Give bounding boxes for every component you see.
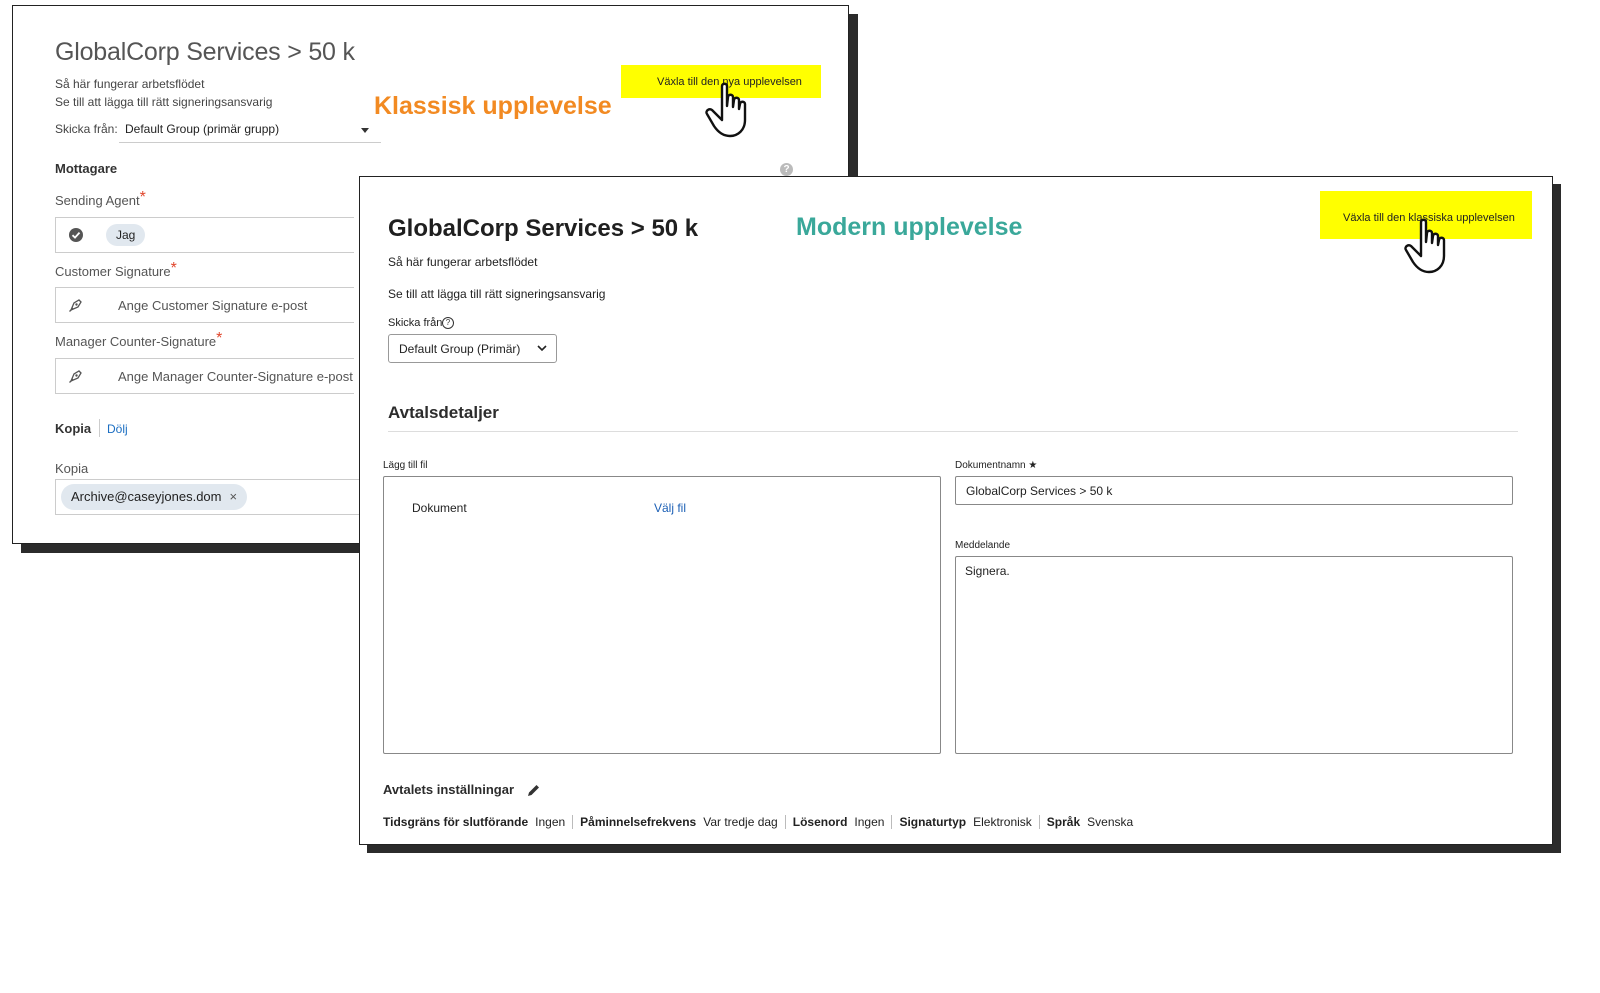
send-from-select[interactable]: Default Group (primär grupp) <box>119 114 381 143</box>
setting-value: Ingen <box>854 815 885 829</box>
hide-cc-link[interactable]: Dölj <box>107 422 128 436</box>
customer-signature-input[interactable]: Ange Customer Signature e-post <box>118 298 307 313</box>
cc-field[interactable]: Archive@caseyjones.dom × <box>55 479 370 515</box>
divider <box>784 815 786 829</box>
doc-name-value: GlobalCorp Services > 50 k <box>966 484 1113 498</box>
required-mark: * <box>170 260 177 277</box>
divider <box>99 419 100 437</box>
divider <box>388 431 1518 432</box>
document-label: Dokument <box>412 501 467 515</box>
customer-signature-label-text: Customer Signature <box>55 264 171 279</box>
sending-agent-chip[interactable]: Jag <box>106 224 146 246</box>
send-from-label: Skicka från <box>388 317 443 329</box>
section-title: Avtalsdetaljer <box>388 403 499 422</box>
settings-heading: Avtalets inställningar <box>383 782 514 797</box>
send-from-label: Skicka från: <box>55 122 118 136</box>
modern-experience-label: Modern upplevelse <box>796 213 1023 241</box>
setting-key: Lösenord <box>792 815 848 829</box>
cc-email: Archive@caseyjones.dom <box>71 489 222 504</box>
pencil-icon[interactable] <box>526 783 541 798</box>
help-icon[interactable]: ? <box>442 317 454 329</box>
hint-text: Se till att lägga till rätt signeringsan… <box>55 95 273 109</box>
cc-email-chip[interactable]: Archive@caseyjones.dom × <box>61 484 248 510</box>
send-from-value: Default Group (Primär) <box>399 342 521 356</box>
setting-key: Språk <box>1046 815 1081 829</box>
setting-value: Svenska <box>1087 815 1134 829</box>
setting-value: Ingen <box>535 815 566 829</box>
modern-panel: GlobalCorp Services > 50 k Så här funger… <box>359 176 1553 845</box>
customer-signature-field[interactable]: Ange Customer Signature e-post <box>55 287 354 323</box>
chevron-down-icon <box>537 345 547 352</box>
message-textarea[interactable]: Signera. <box>955 556 1513 754</box>
page-title: GlobalCorp Services > 50 k <box>388 215 699 242</box>
help-icon[interactable]: ? <box>780 163 793 176</box>
how-it-works-text: Så här fungerar arbetsflödet <box>55 77 205 91</box>
required-mark: ★ <box>1028 460 1038 471</box>
cc-label: Kopia <box>55 461 89 476</box>
settings-summary: Tidsgräns för slutförande Ingen Påminnels… <box>383 815 1133 829</box>
send-from-value: Default Group (primär grupp) <box>125 122 280 136</box>
hint-text: Se till att lägga till rätt signeringsan… <box>388 287 606 301</box>
message-value: Signera. <box>965 564 1010 578</box>
setting-key: Signaturtyp <box>899 815 967 829</box>
sending-agent-label: Sending Agent* <box>55 189 146 210</box>
recipients-heading: Mottagare <box>55 161 118 176</box>
doc-name-label-text: Dokumentnamn <box>955 460 1026 471</box>
message-label: Meddelande <box>955 540 1011 551</box>
setting-value: Elektronisk <box>973 815 1032 829</box>
pen-nib-icon <box>69 299 82 312</box>
pen-nib-icon <box>69 370 82 383</box>
divider <box>891 815 893 829</box>
manager-label-text: Manager Counter-Signature <box>55 334 217 349</box>
manager-signature-field[interactable]: Ange Manager Counter-Signature e-post <box>55 358 354 394</box>
page-title: GlobalCorp Services > 50 k <box>55 38 355 66</box>
cc-heading: Kopia <box>55 421 92 436</box>
choose-file-link[interactable]: Välj fil <box>654 501 686 515</box>
manager-signature-input[interactable]: Ange Manager Counter-Signature e-post <box>118 369 353 384</box>
setting-value: Var tredje dag <box>703 815 778 829</box>
caret-down-icon <box>361 128 369 133</box>
hand-pointer-icon <box>705 82 747 138</box>
sending-agent-field[interactable]: Jag <box>55 217 354 253</box>
how-it-works-text: Så här fungerar arbetsflödet <box>388 255 538 269</box>
sending-agent-label-text: Sending Agent <box>55 193 140 208</box>
check-circle-icon <box>69 228 83 242</box>
divider <box>1038 815 1040 829</box>
file-drop-area[interactable]: Dokument Välj fil <box>383 476 941 754</box>
doc-name-input[interactable]: GlobalCorp Services > 50 k <box>955 476 1513 505</box>
close-icon[interactable]: × <box>229 489 237 504</box>
required-mark: * <box>216 330 223 347</box>
hand-pointer-icon <box>1404 218 1446 274</box>
add-file-label: Lägg till fil <box>383 460 428 471</box>
setting-key: Tidsgräns för slutförande <box>383 815 529 829</box>
classic-experience-label: Klassisk upplevelse <box>374 92 612 120</box>
doc-name-label: Dokumentnamn ★ <box>955 460 1037 471</box>
required-mark: * <box>139 189 146 206</box>
send-from-select[interactable]: Default Group (Primär) <box>388 334 557 363</box>
manager-signature-label: Manager Counter-Signature* <box>55 330 223 351</box>
setting-key: Påminnelsefrekvens <box>580 815 697 829</box>
customer-signature-label: Customer Signature* <box>55 260 177 281</box>
divider <box>572 815 574 829</box>
